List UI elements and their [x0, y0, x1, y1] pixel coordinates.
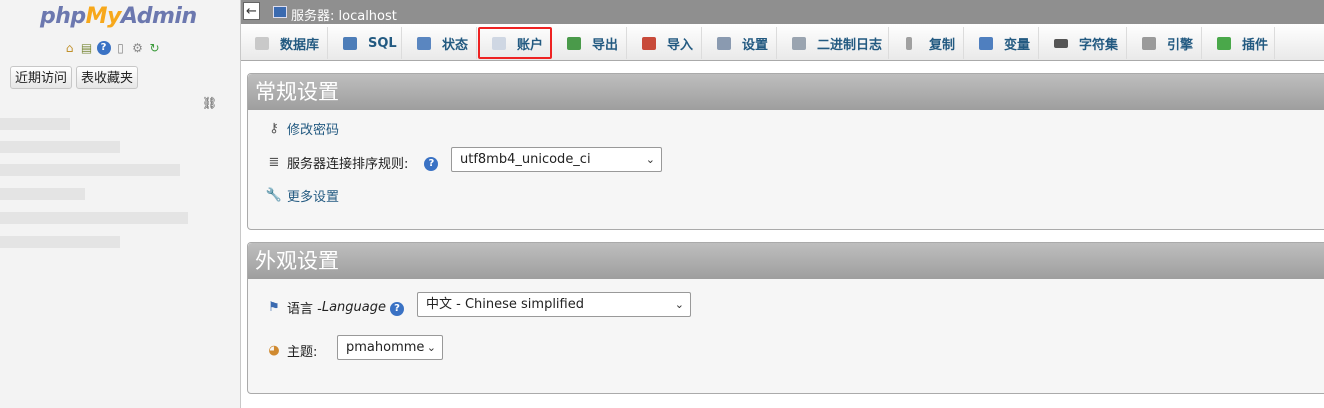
export-icon [567, 36, 581, 50]
blurred-db-item [0, 118, 70, 130]
collation-select[interactable]: utf8mb4_unicode_ci ⌄ [451, 147, 662, 172]
recent-button[interactable]: 近期访问 [10, 66, 73, 89]
reload-icon[interactable]: ↻ [147, 40, 162, 55]
engine-icon [1142, 36, 1156, 50]
language-icon: ⚑ [268, 300, 280, 315]
home-icon[interactable]: ⌂ [62, 40, 77, 55]
tab-variables[interactable]: 变量 [965, 27, 1039, 59]
tab-binlog[interactable]: 二进制日志 [778, 27, 889, 59]
language-label: 语言 - [287, 302, 322, 317]
tab-export[interactable]: 导出 [553, 27, 627, 59]
wrench-icon: 🔧 [265, 188, 283, 203]
blurred-db-item [0, 141, 120, 153]
help-icon[interactable]: ? [389, 300, 404, 316]
panel-title: 外观设置 [248, 243, 1324, 279]
replication-icon [906, 36, 912, 50]
blurred-db-item [0, 236, 120, 248]
import-icon [642, 36, 656, 50]
tab-import[interactable]: 导入 [628, 27, 702, 59]
nav-icon-bar: ⌂ ▤ ? ▯ ⚙ ↻ [62, 40, 162, 55]
chevron-down-icon: ⌄ [674, 298, 684, 311]
help-icon[interactable]: ? [424, 155, 439, 171]
settings-icon[interactable]: ⚙ [130, 40, 145, 55]
charset-icon [1054, 38, 1068, 48]
plugin-icon [1217, 36, 1231, 50]
change-password-link[interactable]: 修改密码 [287, 119, 339, 138]
tab-plugins[interactable]: 插件 [1203, 27, 1275, 59]
logout-icon[interactable]: ▤ [79, 40, 94, 55]
tab-replication[interactable]: 复制 [890, 27, 964, 59]
phpmyadmin-logo[interactable]: phpMyAdmin [40, 4, 197, 29]
chevron-down-icon: ⌄ [426, 341, 436, 354]
sql-icon [343, 36, 357, 50]
more-settings-link[interactable]: 更多设置 [287, 186, 339, 205]
tab-settings[interactable]: 设置 [703, 27, 777, 59]
server-icon [273, 6, 287, 18]
collapse-nav-button[interactable]: ← [243, 2, 260, 20]
database-icon [255, 36, 269, 50]
binlog-icon [792, 36, 806, 50]
tab-status[interactable]: 状态 [403, 27, 477, 59]
panel-title: 常规设置 [248, 74, 1324, 110]
tab-charset[interactable]: 字符集 [1040, 27, 1127, 59]
variables-icon [979, 36, 993, 50]
theme-palette-icon: ◕ [268, 343, 280, 358]
blurred-db-item [0, 164, 180, 176]
list-icon: ≣ [268, 155, 280, 170]
docs-icon[interactable]: ▯ [113, 40, 128, 55]
help-icon[interactable]: ? [96, 40, 111, 55]
tab-databases[interactable]: 数据库 [241, 27, 328, 59]
link-icon[interactable]: ⛓ [202, 96, 217, 110]
tab-accounts[interactable]: 账户 [478, 27, 552, 59]
collation-label: 服务器连接排序规则: [287, 157, 409, 172]
blurred-db-item [0, 188, 85, 200]
blurred-db-item [0, 212, 188, 224]
main-tab-bar: 数据库 SQL 状态 账户 导出 导入 设置 二进制日志 复制 变量 字符集 引… [241, 24, 1324, 61]
status-icon [417, 36, 431, 50]
tab-engines[interactable]: 引擎 [1128, 27, 1202, 59]
favorites-button[interactable]: 表收藏夹 [76, 66, 139, 89]
wrench-icon [717, 36, 731, 50]
navigation-panel: phpMyAdmin ⌂ ▤ ? ▯ ⚙ ↻ 近期访问 表收藏夹 ⛓ [0, 0, 241, 408]
theme-label: 主题: [287, 345, 318, 360]
appearance-settings-panel: 外观设置 ⚑ 语言 - Language ? 中文 - Chinese simp… [247, 242, 1324, 394]
server-breadcrumb-bar: ← 服务器: localhost [241, 0, 1324, 24]
chevron-down-icon: ⌄ [645, 153, 655, 166]
server-breadcrumb[interactable]: 服务器: localhost [291, 5, 397, 24]
accounts-icon [492, 36, 506, 50]
change-password-icon: ⚷ [269, 121, 279, 136]
language-label-en: Language [321, 300, 386, 315]
language-select[interactable]: 中文 - Chinese simplified ⌄ [417, 292, 691, 317]
tab-sql[interactable]: SQL [329, 27, 402, 59]
general-settings-panel: 常规设置 ⚷ 修改密码 ≣ 服务器连接排序规则: ? utf8mb4_unico… [247, 73, 1324, 230]
theme-select[interactable]: pmahomme ⌄ [337, 335, 443, 360]
